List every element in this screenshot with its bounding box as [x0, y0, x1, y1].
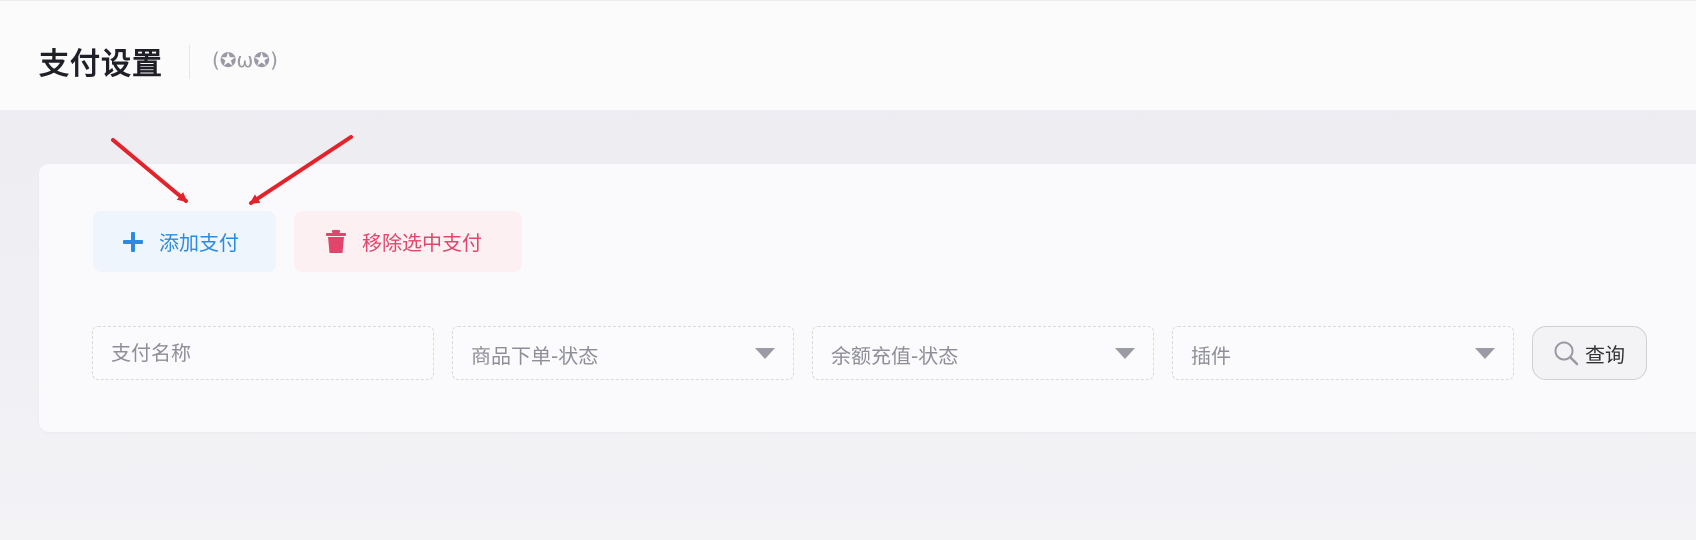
payment-name-input[interactable] — [93, 327, 433, 379]
title-divider — [189, 45, 190, 79]
page-title: 支付设置 — [39, 47, 163, 82]
query-button[interactable]: 查询 — [1532, 326, 1647, 380]
query-label: 查询 — [1585, 342, 1625, 367]
chevron-down-icon — [1115, 348, 1135, 359]
search-icon — [1553, 340, 1579, 366]
recharge-status-placeholder: 余额充值-状态 — [831, 344, 959, 368]
trash-icon — [324, 229, 348, 254]
plugin-select[interactable]: 插件 — [1172, 326, 1514, 380]
add-payment-label: 添加支付 — [159, 231, 239, 255]
payment-card — [39, 164, 1696, 432]
plus-icon — [121, 230, 145, 254]
page-header: 支付设置 (✪ω✪) — [0, 0, 1696, 110]
order-status-placeholder: 商品下单-状态 — [471, 344, 599, 368]
remove-selected-payment-label: 移除选中支付 — [362, 231, 482, 255]
page-subtitle: (✪ω✪) — [212, 48, 278, 72]
order-status-select[interactable]: 商品下单-状态 — [452, 326, 794, 380]
chevron-down-icon — [1475, 348, 1495, 359]
add-payment-button[interactable]: 添加支付 — [93, 211, 276, 272]
page: 支付设置 (✪ω✪) 添加支付 移除选中支付 商品下单-状态 余额 — [0, 0, 1696, 540]
payment-name-field — [92, 326, 434, 380]
chevron-down-icon — [755, 348, 775, 359]
plugin-placeholder: 插件 — [1191, 344, 1231, 368]
recharge-status-select[interactable]: 余额充值-状态 — [812, 326, 1154, 380]
remove-selected-payment-button[interactable]: 移除选中支付 — [294, 211, 522, 272]
